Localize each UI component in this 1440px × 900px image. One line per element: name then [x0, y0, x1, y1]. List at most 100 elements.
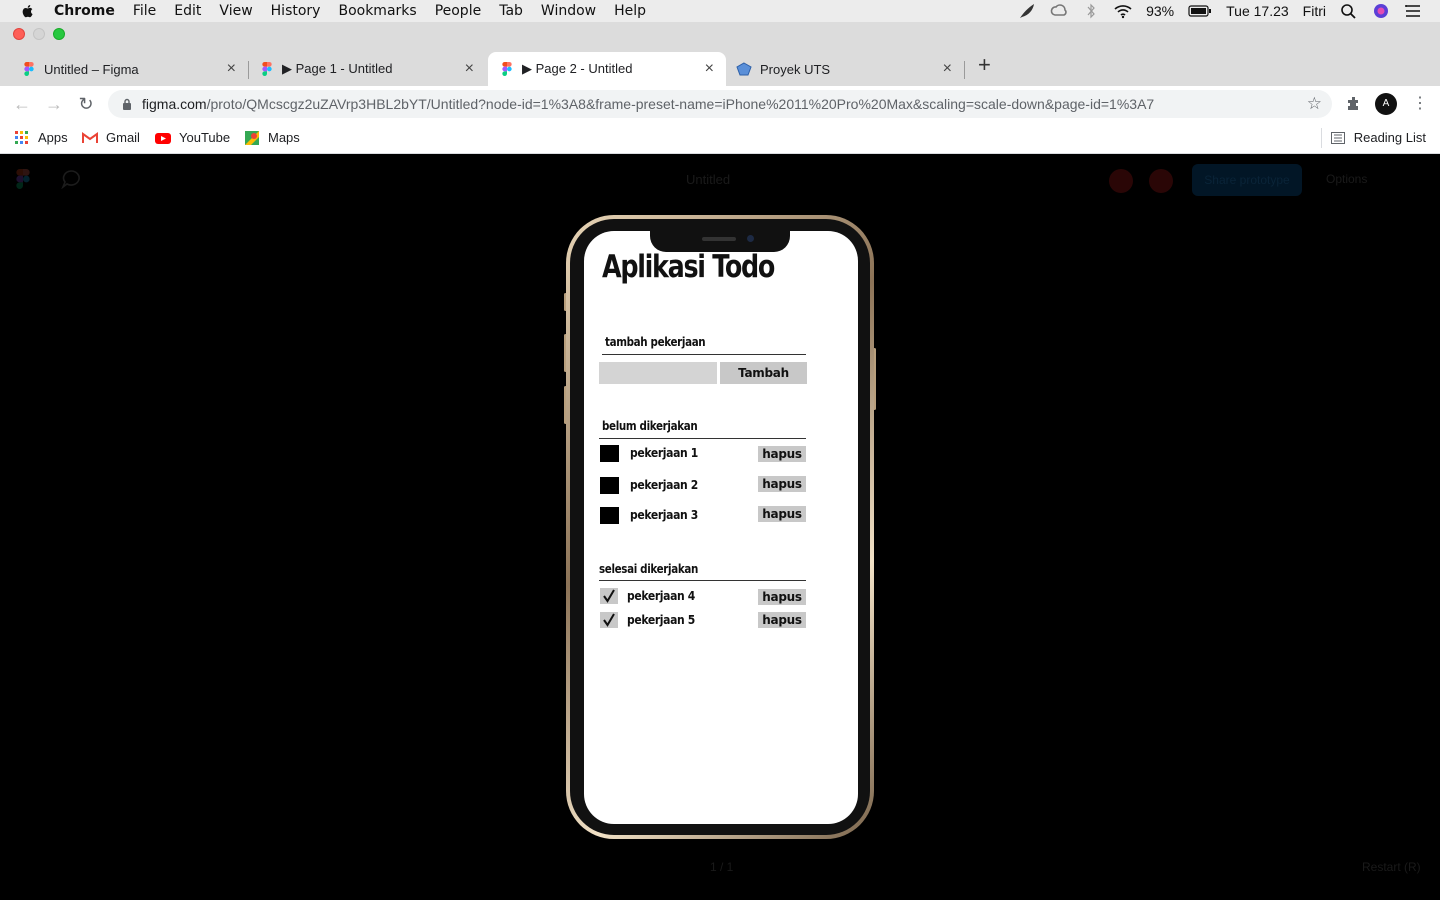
menu-people[interactable]: People	[435, 3, 482, 19]
menu-window[interactable]: Window	[541, 3, 596, 19]
task-checkbox[interactable]	[600, 445, 619, 462]
collaborator-avatar[interactable]	[1109, 169, 1133, 193]
url-text[interactable]: figma.com/proto/QMcscgz2uZAVrp3HBL2bYT/U…	[142, 96, 1154, 112]
maximize-window-button[interactable]	[53, 28, 65, 40]
bookmark-apps[interactable]: Apps	[14, 130, 68, 145]
notification-center-icon[interactable]	[1404, 3, 1422, 19]
comment-icon[interactable]	[60, 169, 82, 189]
address-bar[interactable]: figma.com/proto/QMcscgz2uZAVrp3HBL2bYT/U…	[108, 90, 1332, 118]
close-tab-icon[interactable]: ×	[227, 61, 236, 77]
browser-toolbar: ← → ↻ figma.com/proto/QMcscgz2uZAVrp3HBL…	[0, 86, 1440, 122]
tab-untitled-figma[interactable]: Untitled – Figma ×	[10, 52, 249, 86]
close-tab-icon[interactable]: ×	[705, 61, 714, 77]
section-divider	[599, 438, 806, 439]
url-path: /proto/QMcscgz2uZAVrp3HBL2bYT/Untitled?n…	[206, 96, 1155, 112]
menu-history[interactable]: History	[271, 3, 321, 19]
new-tab-button[interactable]: +	[978, 54, 991, 76]
reload-button[interactable]: ↻	[76, 94, 96, 114]
bookmark-star-icon[interactable]: ☆	[1307, 95, 1322, 113]
phone-screen: Aplikasi Todo tambah pekerjaan Tambah be…	[584, 231, 858, 824]
collaborator-avatar[interactable]	[1149, 169, 1173, 193]
tab-separator	[964, 61, 965, 79]
task-name: pekerjaan 2	[630, 478, 698, 492]
lock-icon[interactable]	[122, 98, 132, 110]
delete-task-button[interactable]: hapus	[758, 589, 806, 605]
apple-icon[interactable]	[20, 3, 36, 19]
reading-list-label: Reading List	[1353, 130, 1426, 145]
checkmark-icon	[603, 613, 615, 627]
close-tab-icon[interactable]: ×	[465, 61, 474, 77]
delete-task-button[interactable]: hapus	[758, 446, 806, 462]
figma-menu-icon[interactable]	[14, 169, 32, 189]
tab-title: Proyek UTS	[760, 61, 831, 77]
user-name[interactable]: Fitri	[1303, 3, 1326, 19]
phone-camera	[747, 235, 754, 242]
window-title-bar	[0, 22, 1440, 44]
menu-help[interactable]: Help	[614, 3, 646, 19]
options-menu[interactable]: Options	[1326, 172, 1367, 186]
chrome-menu-icon[interactable]: ⋮	[1412, 93, 1428, 115]
delete-task-button[interactable]: hapus	[758, 476, 806, 492]
page-counter: 1 / 1	[710, 860, 734, 874]
spotlight-search-icon[interactable]	[1340, 3, 1358, 19]
figma-icon	[502, 62, 512, 76]
youtube-icon	[155, 132, 171, 144]
bookmark-label: Gmail	[106, 130, 140, 145]
back-button[interactable]: ←	[12, 94, 32, 114]
task-checkbox[interactable]	[600, 477, 619, 494]
clock[interactable]: Tue 17.23	[1226, 3, 1289, 19]
creative-cloud-icon[interactable]	[1050, 3, 1068, 19]
maps-icon	[245, 130, 259, 145]
bookmark-label: Apps	[38, 130, 68, 145]
checkmark-icon	[603, 589, 615, 603]
bluetooth-icon[interactable]	[1082, 3, 1100, 19]
menu-bookmarks[interactable]: Bookmarks	[338, 3, 416, 19]
gmail-icon	[82, 131, 98, 143]
menu-tab[interactable]: Tab	[499, 3, 523, 19]
menu-app-name[interactable]: Chrome	[54, 3, 115, 19]
close-tab-icon[interactable]: ×	[943, 61, 952, 77]
siri-icon[interactable]	[1372, 3, 1390, 19]
done-section-label: selesai dikerjakan	[599, 562, 699, 576]
reading-list-button[interactable]: Reading List	[1330, 130, 1426, 145]
task-checkbox[interactable]	[600, 507, 619, 524]
task-name: pekerjaan 5	[627, 613, 695, 627]
task-checkbox-checked[interactable]	[600, 612, 618, 628]
delete-task-button[interactable]: hapus	[758, 506, 806, 522]
minimize-window-button[interactable]	[33, 28, 45, 40]
menu-edit[interactable]: Edit	[174, 3, 201, 19]
bookmark-youtube[interactable]: YouTube	[155, 130, 230, 145]
new-task-input[interactable]	[599, 362, 717, 384]
battery-icon[interactable]	[1188, 3, 1212, 19]
bookmark-gmail[interactable]: Gmail	[82, 130, 140, 145]
menu-view[interactable]: View	[219, 3, 252, 19]
task-name: pekerjaan 3	[630, 508, 698, 522]
add-task-button[interactable]: Tambah	[720, 362, 807, 384]
task-checkbox-checked[interactable]	[600, 588, 618, 604]
proyek-uts-icon	[736, 62, 752, 76]
document-title[interactable]: Untitled	[686, 172, 730, 187]
wifi-icon[interactable]	[1114, 3, 1132, 19]
figma-icon	[262, 62, 272, 76]
app-title: Aplikasi Todo	[602, 249, 775, 285]
feather-icon[interactable]	[1018, 3, 1036, 19]
bookmark-label: YouTube	[179, 130, 231, 145]
tab-title: ▶ Page 2 - Untitled	[522, 61, 633, 76]
menu-file[interactable]: File	[133, 3, 156, 19]
tab-page-1[interactable]: ▶ Page 1 - Untitled ×	[250, 52, 486, 86]
tab-page-2[interactable]: ▶ Page 2 - Untitled ×	[488, 52, 726, 86]
delete-task-button[interactable]: hapus	[758, 612, 806, 628]
close-window-button[interactable]	[13, 28, 25, 40]
bookmark-maps[interactable]: Maps	[244, 130, 300, 145]
restart-button[interactable]: Restart (R)	[1362, 860, 1421, 874]
tab-title: ▶ Page 1 - Untitled	[282, 61, 393, 76]
share-prototype-button[interactable]: Share prototype	[1192, 164, 1302, 196]
profile-avatar[interactable]: A	[1375, 93, 1397, 115]
extensions-icon[interactable]	[1345, 95, 1363, 113]
add-section-label: tambah pekerjaan	[605, 335, 706, 349]
task-name: pekerjaan 1	[630, 446, 698, 460]
tab-proyek-uts[interactable]: Proyek UTS ×	[728, 52, 965, 86]
apps-grid-icon	[15, 130, 28, 144]
section-divider	[602, 354, 806, 355]
forward-button[interactable]: →	[44, 94, 64, 114]
